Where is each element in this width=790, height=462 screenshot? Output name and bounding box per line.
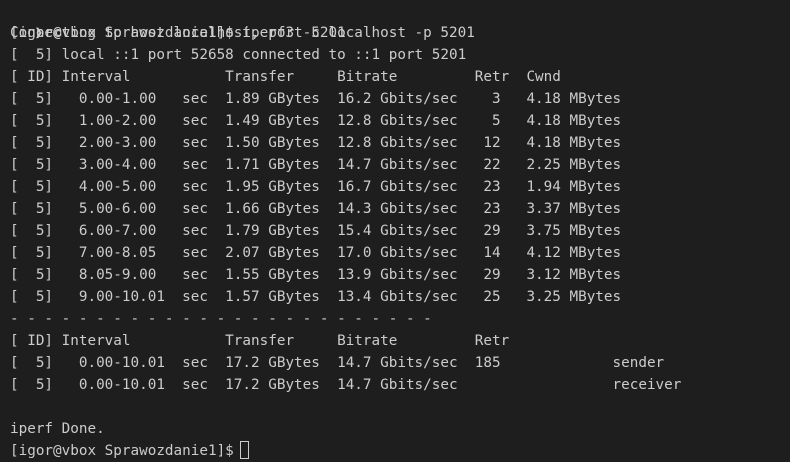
table-row: [ 5] 1.00-2.00 sec 1.49 GBytes 12.8 Gbit… [0,110,790,132]
prompt-line[interactable]: [igor@vbox Sprawozdanie1]$ [0,440,790,462]
table-row: [ 5] 5.00-6.00 sec 1.66 GBytes 14.3 Gbit… [0,198,790,220]
connected-text: [ 5] local ::1 port 52658 connected to :… [10,47,467,63]
table-row-text: [ 5] 3.00-4.00 sec 1.71 GBytes 14.7 Gbit… [10,157,622,173]
output-line: Connecting to host localhost, port 5201 [0,22,790,44]
table-row: [ 5] 4.00-5.00 sec 1.95 GBytes 16.7 Gbit… [0,176,790,198]
table-row: [ 5] 2.00-3.00 sec 1.50 GBytes 12.8 Gbit… [0,132,790,154]
table-row-text: [ 5] 0.00-1.00 sec 1.89 GBytes 16.2 Gbit… [10,91,622,107]
table-row: [ 5] 7.00-8.05 sec 2.07 GBytes 17.0 Gbit… [0,242,790,264]
table-row-text: [ 5] 5.00-6.00 sec 1.66 GBytes 14.3 Gbit… [10,201,622,217]
prompt-label: [igor@vbox Sprawozdanie1]$ [10,443,234,459]
table-row: [ 5] 9.00-10.01 sec 1.57 GBytes 13.4 Gbi… [0,286,790,308]
output-line: iperf Done. [0,418,790,440]
table-header-text: [ ID] Interval Transfer Bitrate Retr Cwn… [10,69,561,85]
separator-line: - - - - - - - - - - - - - - - - - - - - … [0,308,790,330]
table-row: [ 5] 6.00-7.00 sec 1.79 GBytes 15.4 Gbit… [0,220,790,242]
table-row-text: [ 5] 6.00-7.00 sec 1.79 GBytes 15.4 Gbit… [10,223,622,239]
table-row: [ 5] 3.00-4.00 sec 1.71 GBytes 14.7 Gbit… [0,154,790,176]
summary-header-text: [ ID] Interval Transfer Bitrate Retr [10,333,510,349]
output-line: [ 5] local ::1 port 52658 connected to :… [0,44,790,66]
table-row: [ 5] 0.00-1.00 sec 1.89 GBytes 16.2 Gbit… [0,88,790,110]
prompt-text: [igor@vbox Sprawozdanie1]$ [10,440,249,462]
table-row-text: [ 5] 7.00-8.05 sec 2.07 GBytes 17.0 Gbit… [10,245,622,261]
summary-header: [ ID] Interval Transfer Bitrate Retr [0,330,790,352]
summary-row-text: [ 5] 0.00-10.01 sec 17.2 GBytes 14.7 Gbi… [10,377,682,393]
separator-text: - - - - - - - - - - - - - - - - - - - - … [10,311,432,327]
table-row-text: [ 5] 9.00-10.01 sec 1.57 GBytes 13.4 Gbi… [10,289,622,305]
table-row-text: [ 5] 1.00-2.00 sec 1.49 GBytes 12.8 Gbit… [10,113,622,129]
table-row-text: [ 5] 8.05-9.00 sec 1.55 GBytes 13.9 Gbit… [10,267,622,283]
done-text: iperf Done. [10,421,105,437]
connecting-text: Connecting to host localhost, port 5201 [10,25,346,41]
text-cursor[interactable] [239,441,249,459]
terminal-window[interactable]: ❯ [igor@vbox Sprawozdanie1]$ iperf3 -c lo… [0,0,790,462]
summary-row: [ 5] 0.00-10.01 sec 17.2 GBytes 14.7 Gbi… [0,352,790,374]
table-row: [ 5] 8.05-9.00 sec 1.55 GBytes 13.9 Gbit… [0,264,790,286]
summary-row-text: [ 5] 0.00-10.01 sec 17.2 GBytes 14.7 Gbi… [10,355,665,371]
table-header: [ ID] Interval Transfer Bitrate Retr Cwn… [0,66,790,88]
table-row-text: [ 5] 4.00-5.00 sec 1.95 GBytes 16.7 Gbit… [10,179,622,195]
summary-row: [ 5] 0.00-10.01 sec 17.2 GBytes 14.7 Gbi… [0,374,790,396]
command-line: ❯ [igor@vbox Sprawozdanie1]$ iperf3 -c lo… [0,0,790,41]
table-row-text: [ 5] 2.00-3.00 sec 1.50 GBytes 12.8 Gbit… [10,135,622,151]
